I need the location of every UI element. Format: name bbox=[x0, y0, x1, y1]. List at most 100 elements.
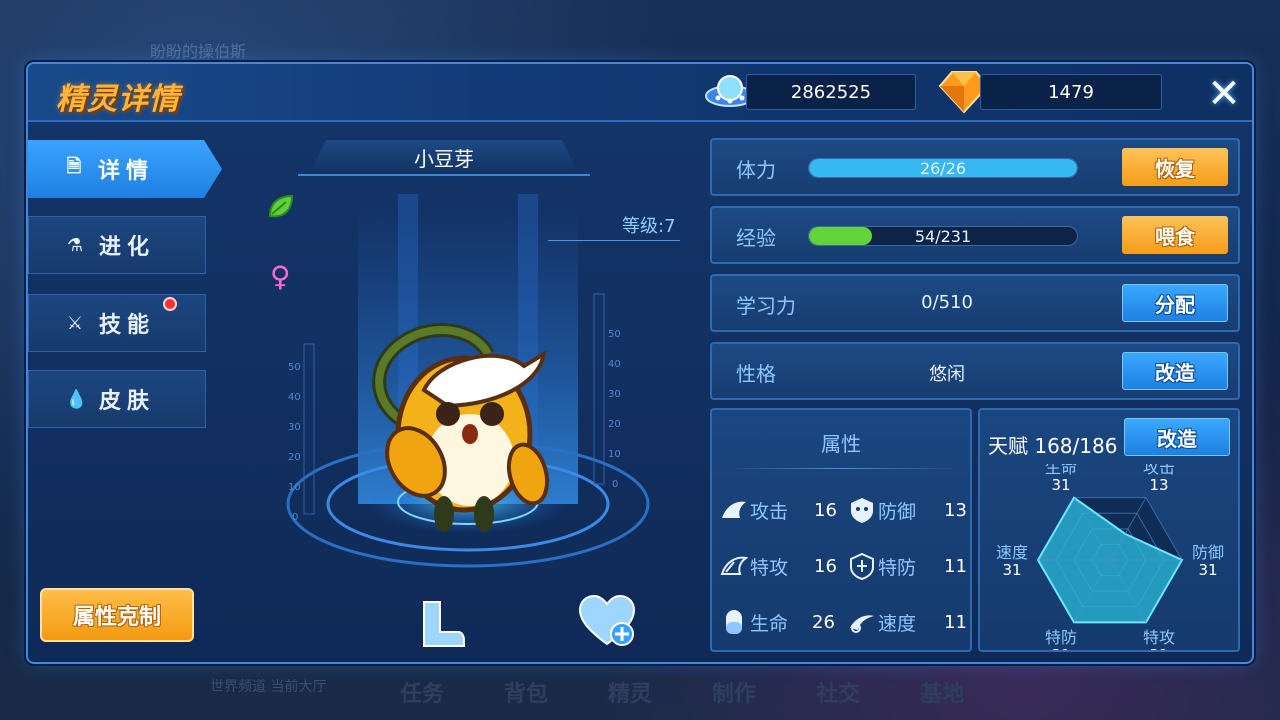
stat-value: 16 bbox=[814, 500, 837, 521]
pet-name-plate: 小豆芽 bbox=[310, 140, 578, 174]
background-chat-hint: 世界频道 当前大厅 bbox=[210, 679, 327, 695]
panel-header: 精灵详情 2862525 1479 ✕ bbox=[28, 64, 1252, 122]
gauge-tick: 40 bbox=[288, 392, 301, 403]
allocate-button[interactable]: 分配 bbox=[1122, 284, 1228, 322]
heart-plus-icon[interactable] bbox=[578, 594, 636, 648]
tab-label: 详情 bbox=[98, 159, 155, 184]
nature-value: 悠闲 bbox=[929, 364, 965, 385]
tab-label: 进化 bbox=[99, 235, 156, 260]
stat-value: 13 bbox=[944, 500, 967, 521]
radar-axis-value: 31 bbox=[1149, 646, 1168, 650]
background-player-name: 盼盼的操伯斯 bbox=[150, 42, 247, 61]
close-button[interactable]: ✕ bbox=[1202, 72, 1246, 116]
hp-value: 26/26 bbox=[919, 158, 967, 178]
exp-row: 经验 54/231 喂食 bbox=[710, 206, 1240, 264]
tab-skills[interactable]: ⚔ 技能 bbox=[28, 294, 206, 352]
radar-axis-label: 防御 bbox=[1192, 543, 1224, 562]
name-divider bbox=[298, 174, 590, 176]
gauge-tick: 20 bbox=[608, 419, 621, 430]
stat-value: 11 bbox=[944, 556, 967, 577]
gauge-tick: 10 bbox=[288, 482, 301, 493]
coin-value: 2862525 bbox=[790, 81, 872, 103]
stat-label: 攻击 bbox=[750, 500, 789, 523]
learning-row: 学习力 0/510 分配 bbox=[710, 274, 1240, 332]
sp-defense-icon bbox=[850, 552, 874, 580]
nature-label: 性格 bbox=[736, 362, 776, 386]
hp-icon bbox=[726, 610, 742, 634]
radar-axis-value: 31 bbox=[1002, 561, 1021, 579]
attack-icon bbox=[722, 501, 746, 518]
talent-label: 天赋 168/186 bbox=[988, 434, 1118, 458]
nav-item: 精灵 bbox=[608, 682, 653, 707]
close-icon: ✕ bbox=[1207, 71, 1241, 117]
gauge-tick: 0 bbox=[612, 479, 618, 490]
stat-label: 特防 bbox=[878, 556, 917, 579]
stat-value: 11 bbox=[944, 612, 967, 633]
radar-axis-value: 13 bbox=[1149, 476, 1168, 494]
panel-title: 精灵详情 bbox=[56, 82, 180, 117]
exp-label: 经验 bbox=[736, 226, 776, 250]
tab-details[interactable]: 🗎 详情 bbox=[28, 140, 222, 198]
radar-axis-label: 特攻 bbox=[1143, 628, 1175, 647]
gauge-tick: 40 bbox=[608, 359, 621, 370]
tab-label: 皮肤 bbox=[99, 389, 156, 414]
restore-button[interactable]: 恢复 bbox=[1122, 148, 1228, 186]
sword-icon: ⚔ bbox=[66, 312, 84, 334]
radar-axis-value: 31 bbox=[1051, 646, 1070, 650]
change-nature-button[interactable]: 改造 bbox=[1122, 352, 1228, 390]
stat-value: 16 bbox=[814, 556, 837, 577]
tab-label: 技能 bbox=[99, 313, 156, 338]
stat-label: 速度 bbox=[878, 612, 917, 635]
flask-icon: ⚗ bbox=[66, 234, 84, 256]
nav-item: 背包 bbox=[504, 682, 549, 707]
attributes-divider bbox=[726, 468, 958, 469]
nav-item: 社交 bbox=[816, 682, 861, 707]
feed-button[interactable]: 喂食 bbox=[1122, 216, 1228, 254]
stat-hp: 生命 bbox=[720, 608, 788, 636]
attributes-panel: 属性 攻击 16 防御 13 特攻 16 特防 11 生命 26 速度 11 bbox=[710, 408, 972, 652]
attributes-title: 属性 bbox=[821, 432, 861, 456]
radar-axis-label: 特防 bbox=[1045, 628, 1077, 647]
stat-sp-defense: 特防 bbox=[848, 552, 916, 580]
radar-axis-value: 31 bbox=[1198, 561, 1217, 579]
stat-sp-attack: 特攻 bbox=[720, 552, 788, 580]
stat-attack: 攻击 bbox=[720, 496, 788, 524]
gauge-left: 50 40 30 20 10 0 bbox=[288, 343, 315, 523]
type-chart-button[interactable]: 属性克制 bbox=[40, 588, 194, 642]
radar-axis-label: 速度 bbox=[996, 543, 1028, 562]
tab-skins[interactable]: 💧 皮肤 bbox=[28, 370, 206, 428]
radar-axis-value: 31 bbox=[1051, 476, 1070, 494]
details-icon: 🗎 bbox=[66, 156, 82, 177]
gauge-tick: 50 bbox=[608, 329, 621, 340]
talent-panel: 天赋 168/186 改造 生命31攻击13防御31特攻31特防31速度31 bbox=[978, 408, 1240, 652]
hp-bar: 26/26 bbox=[808, 158, 1078, 178]
background-bottom-nav: 任务 背包 精灵 制作 社交 基地 bbox=[400, 676, 964, 708]
boot-icon[interactable] bbox=[418, 598, 466, 650]
nature-row: 性格 悠闲 改造 bbox=[710, 342, 1240, 400]
talent-change-button[interactable]: 改造 bbox=[1124, 418, 1230, 456]
coin-counter: 2862525 bbox=[746, 74, 916, 110]
pet-stage: 50 40 30 20 10 0 50 40 30 20 10 0 bbox=[286, 194, 650, 568]
diamond-value: 1479 bbox=[1048, 81, 1094, 103]
stat-label: 生命 bbox=[750, 612, 789, 635]
diamond-counter: 1479 bbox=[980, 74, 1162, 110]
gauge-tick: 50 bbox=[288, 362, 301, 373]
pet-detail-panel: 精灵详情 2862525 1479 ✕ 🗎 详情 ⚗ 进化 ⚔ 技能 💧 皮肤 … bbox=[26, 62, 1254, 664]
learning-value: 0/510 bbox=[921, 292, 973, 313]
exp-bar: 54/231 bbox=[808, 226, 1078, 246]
nav-item: 制作 bbox=[712, 682, 757, 707]
nav-item: 任务 bbox=[400, 682, 445, 707]
gauge-tick: 30 bbox=[608, 389, 621, 400]
exp-value: 54/231 bbox=[914, 226, 972, 246]
stat-label: 防御 bbox=[878, 500, 917, 523]
sp-attack-icon bbox=[720, 556, 748, 575]
gauge-tick: 10 bbox=[608, 449, 621, 460]
gauge-tick: 0 bbox=[292, 512, 298, 523]
talent-radar-chart: 生命31攻击13防御31特攻31特防31速度31 bbox=[996, 464, 1224, 650]
stat-label: 特攻 bbox=[750, 556, 789, 579]
learning-label: 学习力 bbox=[736, 294, 796, 318]
nav-item: 基地 bbox=[920, 682, 965, 707]
tab-evolution[interactable]: ⚗ 进化 bbox=[28, 216, 206, 274]
defense-icon bbox=[851, 498, 873, 523]
stat-speed: 速度 bbox=[848, 608, 916, 636]
